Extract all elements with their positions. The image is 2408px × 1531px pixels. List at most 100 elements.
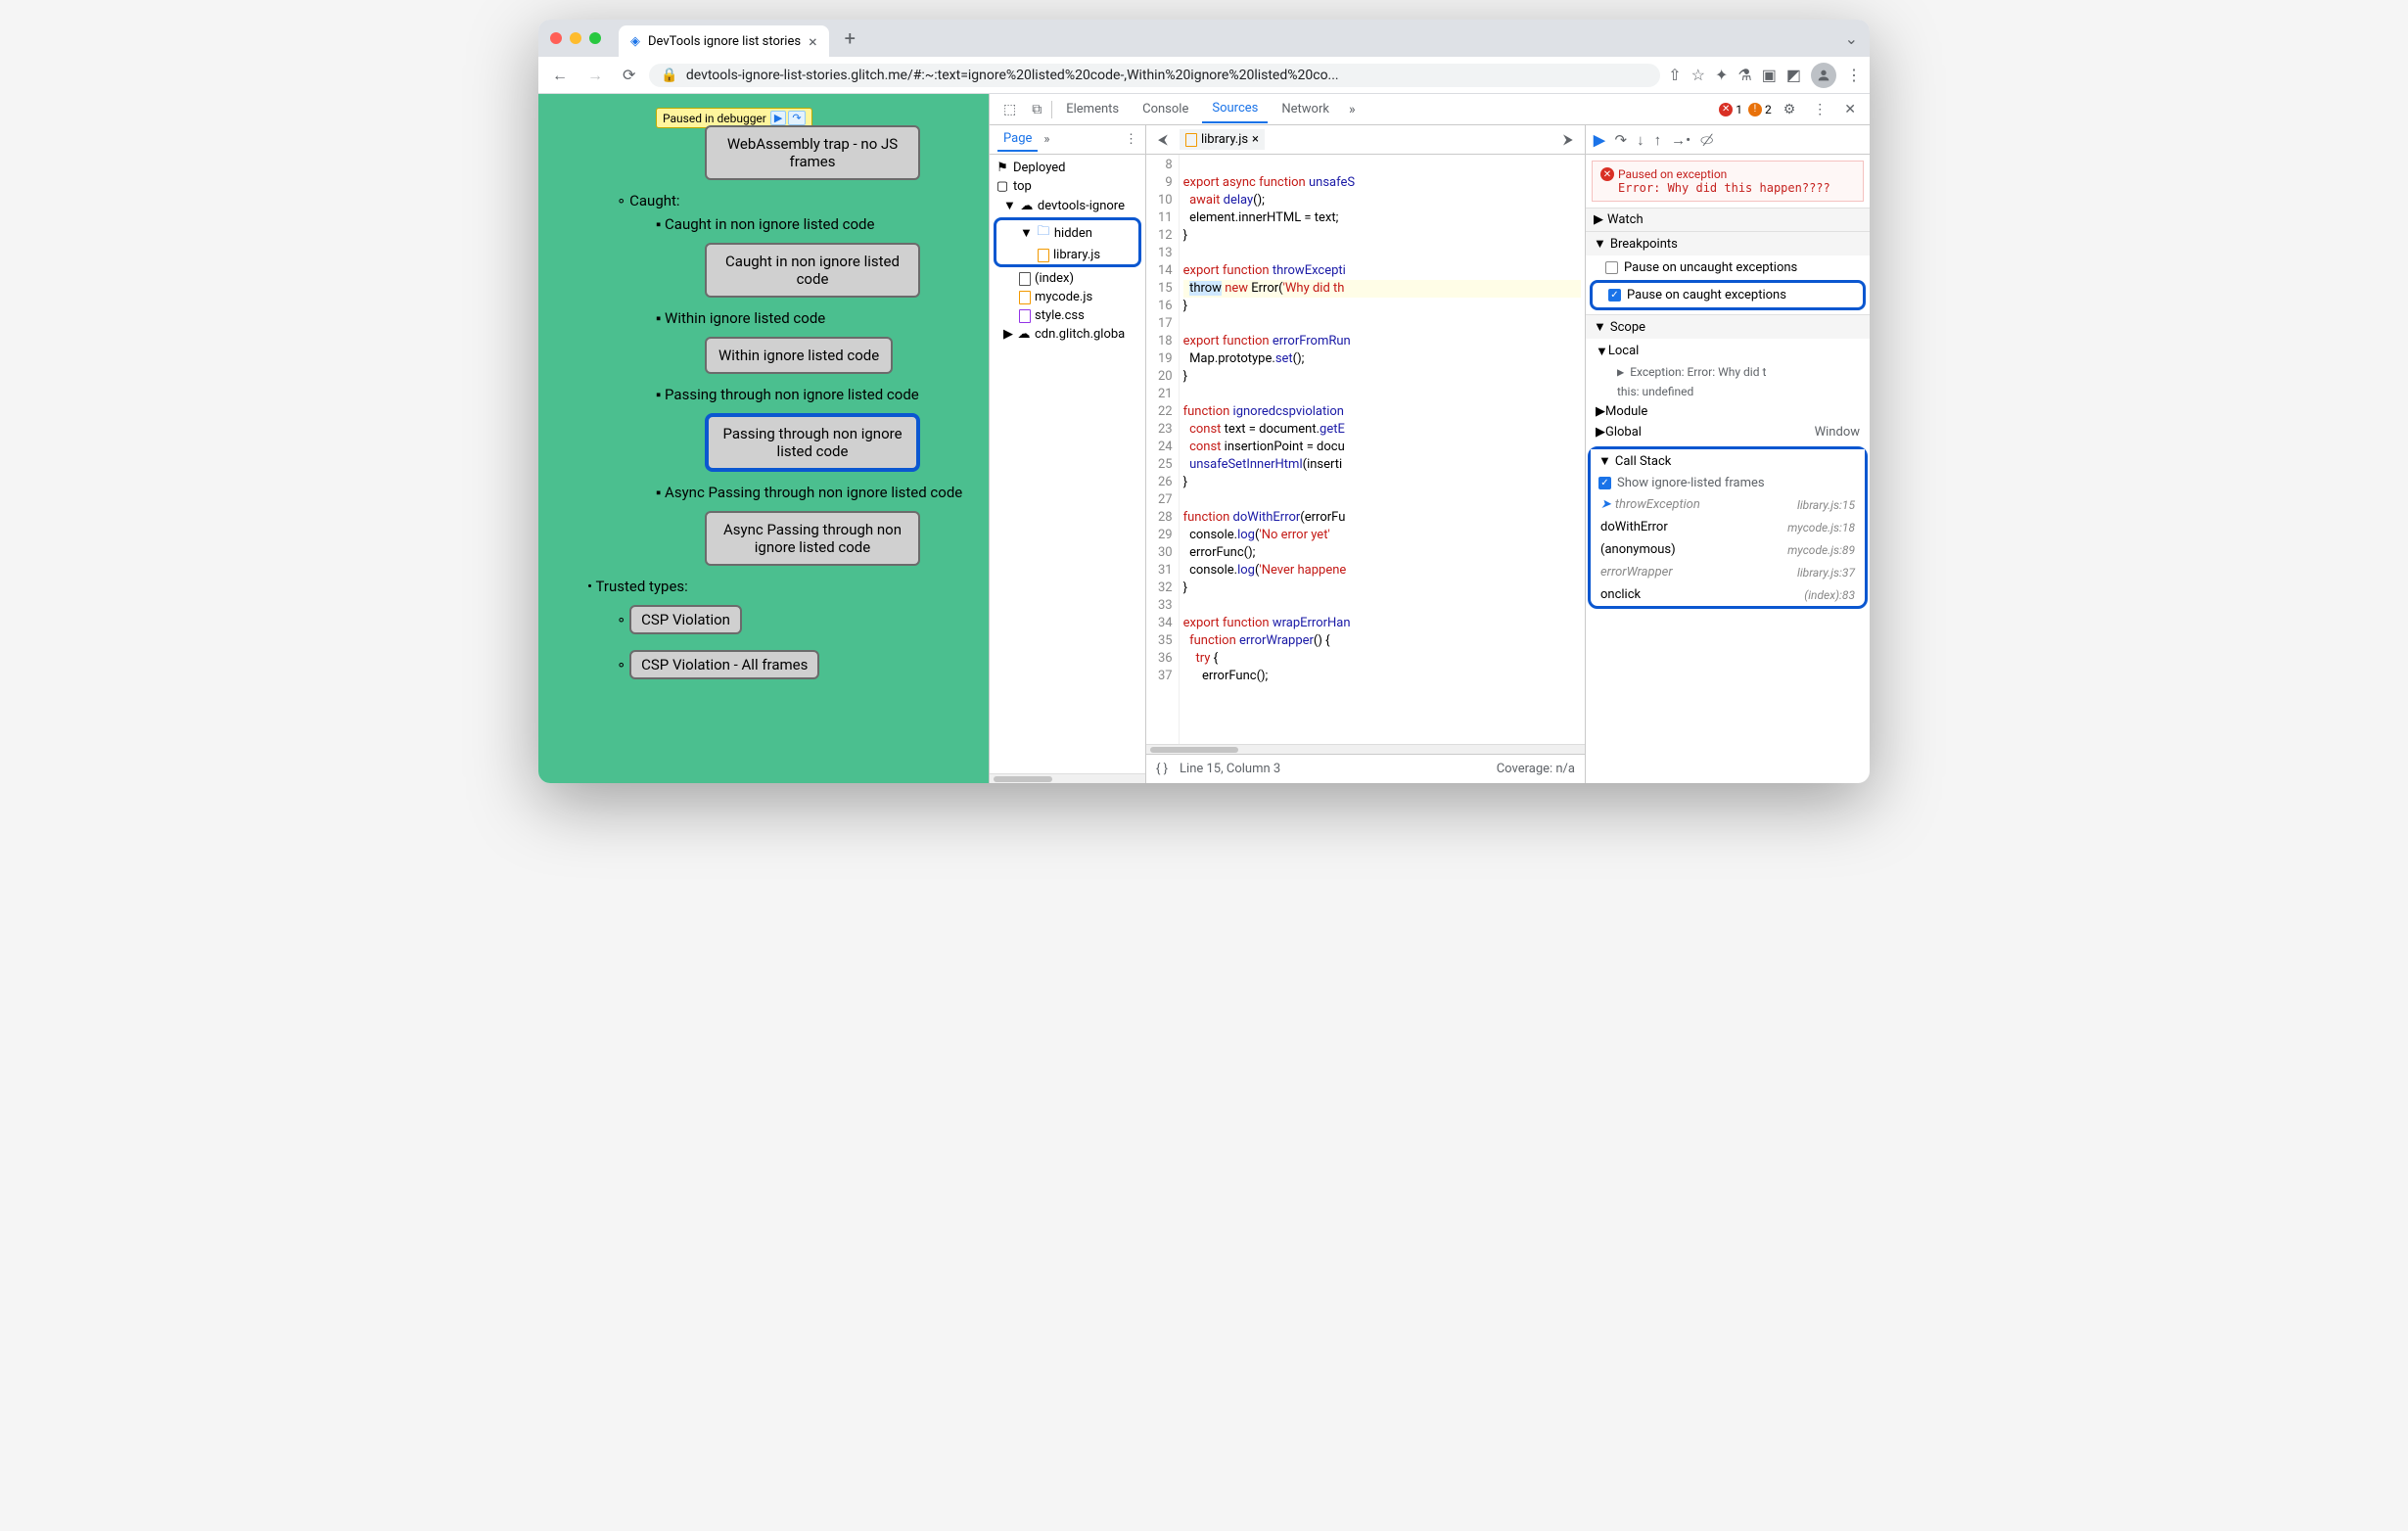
nav-more-icon[interactable]: »: [1043, 132, 1049, 147]
reload-button[interactable]: ⟳: [617, 62, 641, 88]
inspect-icon[interactable]: ⬚: [997, 98, 1022, 121]
tree-library-js[interactable]: library.js: [996, 246, 1138, 264]
tab-console[interactable]: Console: [1133, 96, 1198, 122]
window-max[interactable]: [589, 32, 601, 44]
sidebar-scrollbar[interactable]: [990, 773, 1145, 783]
tab-network[interactable]: Network: [1272, 96, 1339, 122]
apps-icon[interactable]: ▣: [1762, 66, 1777, 84]
editor-scrollbar[interactable]: [1146, 744, 1585, 754]
window-min[interactable]: [570, 32, 581, 44]
scope-section[interactable]: ▼ Scope: [1586, 315, 1870, 339]
scope-module[interactable]: ▶ Module: [1586, 401, 1870, 422]
tabs-dropdown-icon[interactable]: ⌄: [1845, 29, 1858, 48]
lock-icon: 🔒: [661, 68, 677, 83]
close-devtools-icon[interactable]: ✕: [1838, 98, 1862, 121]
callstack-section[interactable]: ▼ Call Stack: [1591, 449, 1865, 473]
async-passing-button[interactable]: Async Passing through non ignore listed …: [705, 511, 920, 566]
more-tabs-icon[interactable]: »: [1343, 98, 1362, 121]
extensions-icon[interactable]: ✦: [1715, 66, 1728, 84]
device-icon[interactable]: ⧉: [1026, 98, 1047, 121]
within-ignore-button[interactable]: Within ignore listed code: [705, 337, 893, 374]
breakpoints-section[interactable]: ▼ Breakpoints: [1586, 232, 1870, 255]
line-gutter: 8910111213141516171819202122232425262728…: [1146, 155, 1180, 744]
tab-elements[interactable]: Elements: [1056, 96, 1129, 122]
tree-mycode-js[interactable]: mycode.js: [990, 288, 1145, 306]
address-bar[interactable]: 🔒 devtools-ignore-list-stories.glitch.me…: [649, 64, 1660, 87]
tree-origin[interactable]: ▼☁devtools-ignore: [990, 196, 1145, 215]
tree-hidden-folder[interactable]: ▼🗀hidden: [996, 220, 1138, 246]
editor-tab-library[interactable]: library.js ×: [1180, 129, 1265, 150]
caught-non-ignore-button[interactable]: Caught in non ignore listed code: [705, 243, 920, 298]
devtools-body: Page » ⋮ ⚑Deployed ▢top ▼☁devtools-ignor…: [990, 125, 1870, 783]
tree-top[interactable]: ▢top: [990, 177, 1145, 196]
file-tree: ⚑Deployed ▢top ▼☁devtools-ignore ▼🗀hidde…: [990, 155, 1145, 348]
resume-button[interactable]: ▶: [1594, 131, 1605, 149]
stack-frame[interactable]: doWithErrormycode.js:18: [1591, 516, 1865, 538]
close-file-icon[interactable]: ×: [1252, 132, 1259, 147]
labs-icon[interactable]: ⚗: [1737, 66, 1751, 84]
trusted-types-header: • Trusted types:: [587, 578, 979, 595]
scope-global[interactable]: ▶ GlobalWindow: [1586, 422, 1870, 442]
stack-frame[interactable]: errorWrapperlibrary.js:37: [1591, 561, 1865, 583]
list-item: ▪ Passing through non ignore listed code: [656, 386, 979, 403]
list-item: ▪ Caught in non ignore listed code: [656, 215, 979, 233]
nav-tab-page[interactable]: Page: [997, 127, 1038, 152]
new-tab-button[interactable]: +: [845, 26, 856, 50]
deactivate-breakpoints-button[interactable]: ⬭̸: [1700, 131, 1713, 149]
nav-kebab-icon[interactable]: ⋮: [1125, 132, 1137, 147]
tab-sources[interactable]: Sources: [1202, 95, 1268, 123]
toggle-debugger-icon[interactable]: ⮞: [1557, 128, 1579, 152]
step-into-button[interactable]: ↓: [1637, 131, 1644, 149]
browser-tab[interactable]: ◈ DevTools ignore list stories ×: [619, 25, 829, 57]
bookmark-icon[interactable]: ☆: [1691, 66, 1705, 84]
passing-through-button[interactable]: Passing through non ignore listed code: [705, 413, 920, 472]
scope-local[interactable]: ▼ Local: [1586, 341, 1870, 362]
close-tab-icon[interactable]: ×: [809, 32, 817, 51]
format-icon[interactable]: { }: [1156, 762, 1168, 776]
profile-avatar[interactable]: [1811, 63, 1836, 88]
forward-button: →: [581, 62, 609, 89]
browser-window: ◈ DevTools ignore list stories × + ⌄ ← →…: [538, 20, 1870, 783]
code-content[interactable]: 8910111213141516171819202122232425262728…: [1146, 155, 1585, 744]
toggle-nav-icon[interactable]: ⮜: [1152, 128, 1174, 152]
csp-violation-all-button[interactable]: CSP Violation - All frames: [629, 650, 819, 679]
step-over-button[interactable]: ↷: [1615, 131, 1628, 149]
devtools-panel: ⬚ ⧉ Elements Console Sources Network » ✕…: [989, 94, 1870, 783]
stack-frame[interactable]: ➤throwExceptionlibrary.js:15: [1591, 493, 1865, 516]
scope-exception[interactable]: ▶ Exception: Error: Why did t: [1586, 362, 1870, 382]
back-button[interactable]: ←: [546, 62, 574, 89]
debugger-toolbar: ▶ ↷ ↓ ↑ →• ⬭̸: [1586, 125, 1870, 155]
error-count[interactable]: ✕1: [1719, 103, 1742, 116]
menu-icon[interactable]: ⋮: [1846, 66, 1862, 84]
incognito-icon[interactable]: ◩: [1786, 66, 1801, 84]
settings-icon[interactable]: ⚙: [1778, 98, 1802, 121]
call-stack-list: ➤throwExceptionlibrary.js:15doWithErrorm…: [1591, 493, 1865, 606]
tree-deployed[interactable]: ⚑Deployed: [990, 159, 1145, 177]
page-viewport: Paused in debugger ▶ ↷ WebAssembly trap …: [538, 94, 989, 783]
share-icon[interactable]: ⇧: [1668, 66, 1681, 84]
sources-navigator: Page » ⋮ ⚑Deployed ▢top ▼☁devtools-ignor…: [990, 125, 1146, 783]
csp-violation-button[interactable]: CSP Violation: [629, 605, 742, 634]
tree-index[interactable]: (index): [990, 269, 1145, 288]
bp-uncaught-row[interactable]: Pause on uncaught exceptions: [1586, 257, 1870, 278]
pause-message: ✕Paused on exception Error: Why did this…: [1592, 161, 1864, 202]
kebab-icon[interactable]: ⋮: [1807, 98, 1832, 121]
stack-frame[interactable]: onclick(index):83: [1591, 583, 1865, 606]
tree-cdn[interactable]: ▶☁cdn.glitch.globa: [990, 325, 1145, 344]
window-close[interactable]: [550, 32, 562, 44]
wasm-trap-button[interactable]: WebAssembly trap - no JS frames: [705, 125, 920, 180]
coverage-status: Coverage: n/a: [1497, 762, 1575, 776]
step-button[interactable]: →•: [1671, 131, 1690, 149]
tree-style-css[interactable]: style.css: [990, 306, 1145, 325]
issues-count[interactable]: !2: [1748, 103, 1772, 116]
editor-status-bar: { } Line 15, Column 3 Coverage: n/a: [1146, 754, 1585, 783]
content-area: Paused in debugger ▶ ↷ WebAssembly trap …: [538, 94, 1870, 783]
bp-caught-row[interactable]: ✓Pause on caught exceptions: [1597, 285, 1859, 305]
watch-section[interactable]: ▶ Watch: [1586, 209, 1870, 231]
toolbar-actions: ⇧ ☆ ✦ ⚗ ▣ ◩ ⋮: [1668, 63, 1862, 88]
step-out-button[interactable]: ↑: [1654, 131, 1662, 149]
stack-frame[interactable]: (anonymous)mycode.js:89: [1591, 538, 1865, 561]
list-item: ▪ Async Passing through non ignore liste…: [656, 484, 979, 501]
show-ignored-row[interactable]: ✓Show ignore-listed frames: [1591, 473, 1865, 493]
titlebar: ◈ DevTools ignore list stories × + ⌄: [538, 20, 1870, 57]
